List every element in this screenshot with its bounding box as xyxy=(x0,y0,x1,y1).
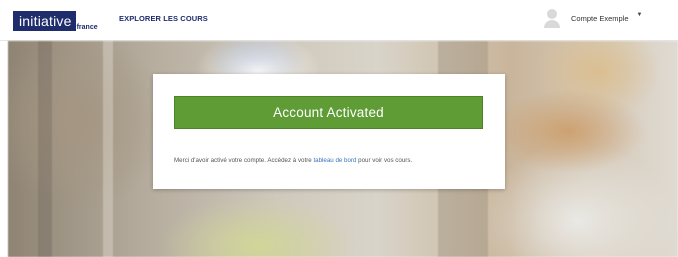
user-menu[interactable]: Compte Exemple ▼ xyxy=(543,8,642,28)
logo-sub-text: france xyxy=(76,24,98,31)
activation-message: Merci d'avoir activé votre compte. Accéd… xyxy=(174,157,494,164)
avatar-icon xyxy=(543,8,561,28)
message-text-before: Merci d'avoir activé votre compte. Accéd… xyxy=(174,157,314,164)
logo-main-text: initiative xyxy=(13,11,76,31)
chevron-down-icon[interactable]: ▼ xyxy=(637,12,643,18)
initiative-france-logo[interactable]: initiative france xyxy=(13,11,98,31)
account-activated-banner: Account Activated xyxy=(174,96,483,129)
dashboard-link[interactable]: tableau de bord xyxy=(313,157,356,164)
username-label: Compte Exemple xyxy=(571,13,629,23)
top-navbar: initiative france EXPLORER LES COURS Com… xyxy=(0,0,678,41)
explore-courses-link[interactable]: EXPLORER LES COURS xyxy=(119,14,208,23)
message-text-after: pour voir vos cours. xyxy=(356,157,413,164)
activation-card: Account Activated Merci d'avoir activé v… xyxy=(153,74,505,189)
